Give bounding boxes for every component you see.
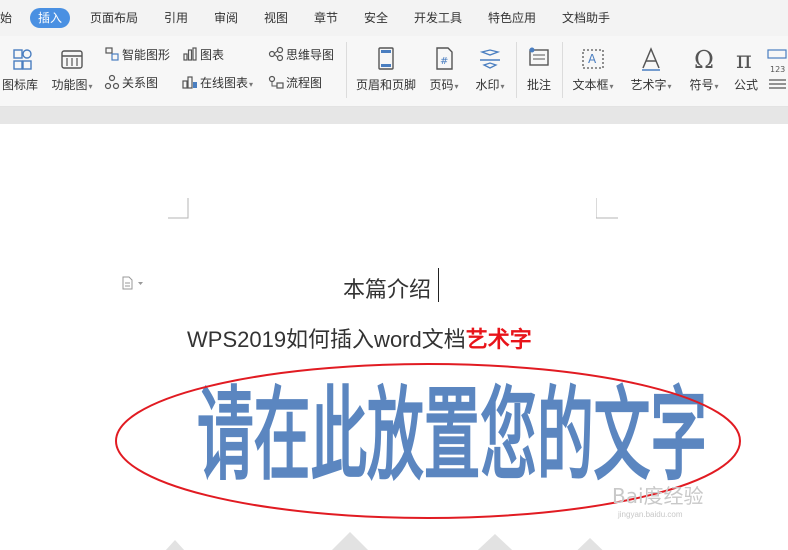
margin-corner-mark [596,198,618,219]
mind-map-icon [268,46,284,62]
tab-security[interactable]: 安全 [364,8,388,28]
online-chart-icon [182,76,197,89]
ruler-band [0,107,788,124]
dropdown-arrow-icon: ▾ [500,82,505,91]
formula-label: 公式 [733,78,758,92]
svg-text:123: 123 [770,65,785,74]
baidu-watermark-url: jingyan.baidu.com [618,510,683,519]
text-box-icon: A [582,49,604,69]
function-chart-icon [61,50,83,69]
icon-library-icon [13,49,32,70]
tab-page-layout[interactable]: 页面布局 [90,8,138,28]
word-art-icon [642,47,660,71]
paragraph-layout-icon[interactable] [121,276,145,290]
subtitle-text: WPS2019如何插入word文档 [187,327,466,352]
tab-start[interactable]: 始 [0,8,12,28]
header-footer-button[interactable]: 页眉和页脚 [354,46,418,93]
svg-text:A: A [588,52,597,66]
dropdown-arrow-icon: ▾ [249,80,254,89]
header-footer-icon [378,47,394,70]
chart-button[interactable]: 图表 [182,46,224,64]
pi-formula-icon: π [736,46,752,72]
word-art-shadow [332,532,368,550]
relation-chart-label: 关系图 [122,76,159,90]
tab-special-apps[interactable]: 特色应用 [488,8,536,28]
ribbon-divider [562,42,563,98]
svg-text:Ω: Ω [694,46,714,72]
chart-label: 图表 [200,48,225,62]
baidu-watermark-logo: Bai度经验 [612,484,704,508]
symbol-label: 符号 [689,78,714,92]
comment-button[interactable]: 批注 [522,46,556,93]
text-box-button[interactable]: A 文本框▾ [568,46,618,93]
flowchart-label: 流程图 [286,76,323,90]
word-art-object[interactable]: 请在此放置您的文字 [115,362,755,550]
tab-insert[interactable]: 插入 [30,8,71,28]
tab-view[interactable]: 视图 [264,8,288,28]
comment-label: 批注 [526,78,551,92]
tab-references[interactable]: 引用 [164,8,188,28]
dropdown-arrow-icon: ▾ [667,82,672,91]
text-box-label: 文本框 [572,78,609,92]
relation-chart-icon [104,74,120,90]
menu-bar: 始 插入 页面布局 引用 审阅 视图 章节 安全 开发工具 特色应用 文档助手 [0,0,788,36]
watermark-button[interactable]: 水印▾ [470,46,510,93]
omega-symbol-icon: Ω [694,46,714,72]
bar-chart-icon [183,47,197,61]
function-chart-button[interactable]: 功能图▾ [48,46,96,93]
watermark-icon [479,49,501,69]
ribbon: 图标库 功能图▾ 智能图形 图表 关系图 在线图表▾ 思维导图 流程图 页眉和页… [0,36,788,107]
flowchart-icon [268,75,284,89]
word-art-button[interactable]: 艺术字▾ [626,46,676,93]
page-number-icon: # [436,47,453,70]
word-art-label: 艺术字 [630,78,667,92]
online-chart-button[interactable]: 在线图表▾ [182,74,253,92]
icon-library-label: 图标库 [1,78,38,92]
relation-chart-button[interactable]: 关系图 [104,74,158,92]
online-chart-label: 在线图表 [200,76,249,90]
mind-map-button[interactable]: 思维导图 [268,46,334,64]
mind-map-label: 思维导图 [286,48,335,62]
watermark-label: 水印 [475,78,500,92]
tab-doc-assistant[interactable]: 文档助手 [562,8,610,28]
tab-chapter[interactable]: 章节 [314,8,338,28]
smart-graphic-button[interactable]: 智能图形 [104,46,170,64]
word-art-shadow [477,534,513,550]
document-page[interactable]: 本篇介绍 WPS2019如何插入word文档艺术字 请在此放置您的文字 Bai度… [0,124,788,550]
function-chart-label: 功能图 [51,78,88,92]
document-subtitle[interactable]: WPS2019如何插入word文档艺术字 [187,322,532,354]
margin-corner-mark [168,198,189,219]
comment-icon [529,47,549,66]
tab-review[interactable]: 审阅 [214,8,238,28]
flowchart-button[interactable]: 流程图 [268,74,322,92]
symbol-button[interactable]: Ω 符号▾ [684,46,724,93]
page-number-label: 页码 [429,78,454,92]
numbering-icon: 123 [767,49,787,89]
dropdown-arrow-icon: ▾ [88,82,93,91]
ribbon-divider [516,42,517,98]
smart-graphic-icon [105,47,119,61]
document-title[interactable]: 本篇介绍 [343,272,431,304]
dropdown-arrow-icon: ▾ [609,82,614,91]
tab-developer[interactable]: 开发工具 [414,8,462,28]
dropdown-arrow-icon: ▾ [454,82,459,91]
header-footer-label: 页眉和页脚 [355,78,416,92]
dropdown-arrow-icon: ▾ [714,82,719,91]
word-art-shadow [577,538,603,550]
svg-text:#: # [440,56,448,67]
text-cursor [438,268,439,302]
formula-button[interactable]: π 公式 [730,46,762,93]
icon-library-button[interactable]: 图标库 [0,46,40,93]
smart-graphic-label: 智能图形 [122,48,171,62]
subtitle-highlight: 艺术字 [465,327,532,352]
numbering-button[interactable]: 123 [766,48,788,99]
word-art-text: 请在此放置您的文字 [197,378,707,496]
ribbon-divider [346,42,347,98]
svg-text:π: π [736,46,752,72]
page-number-button[interactable]: # 页码▾ [424,46,464,93]
word-art-shadow [165,540,185,550]
